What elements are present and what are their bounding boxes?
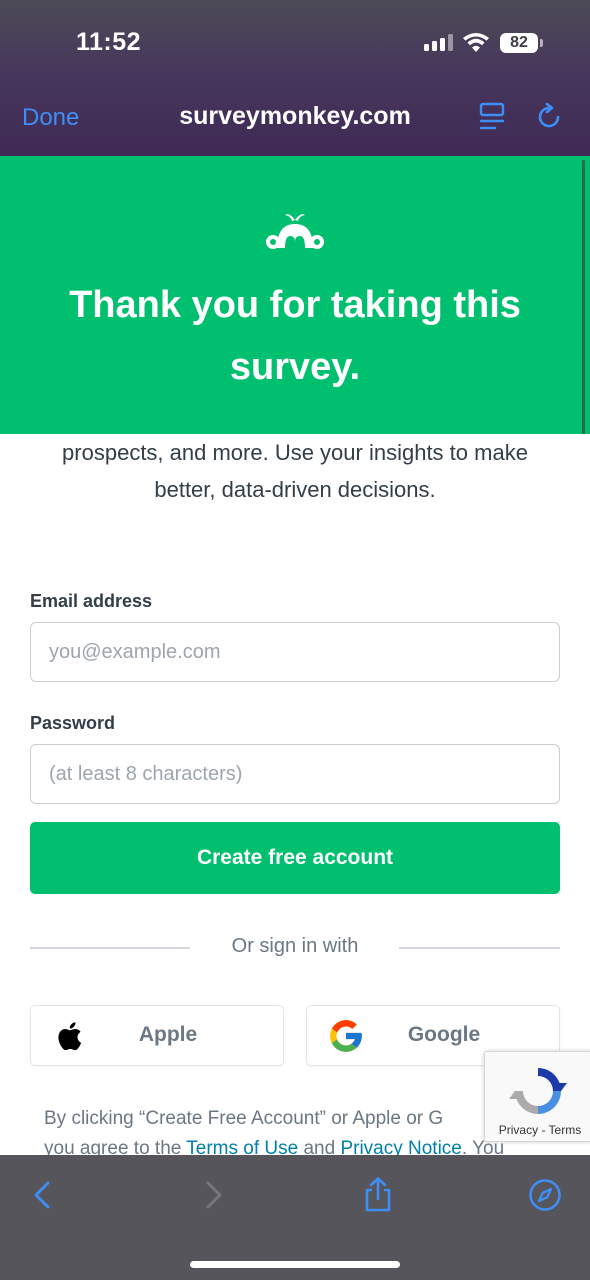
- thank-you-banner: Thank you for taking this survey.: [0, 156, 590, 434]
- surveymonkey-logo-icon: [266, 214, 324, 249]
- reload-icon[interactable]: [534, 102, 564, 132]
- scrollbar[interactable]: [582, 160, 585, 434]
- apple-sign-in-button[interactable]: Apple: [30, 1005, 284, 1066]
- forward-icon[interactable]: [196, 1177, 230, 1213]
- compass-icon[interactable]: [528, 1177, 562, 1213]
- back-icon[interactable]: [26, 1177, 60, 1213]
- apple-label: Apple: [138, 1023, 198, 1046]
- divider-right: [399, 947, 560, 949]
- status-bar: 11:52 82: [0, 0, 590, 86]
- email-field[interactable]: [30, 622, 560, 682]
- wifi-icon: [463, 33, 489, 52]
- legal-prefix: By clicking “Create Free Account” or App…: [44, 1108, 444, 1129]
- banner-title: Thank you for taking this survey.: [69, 284, 521, 388]
- browser-header: 11:52 82 Done surveymonkey.com: [0, 0, 590, 156]
- home-indicator: [190, 1261, 400, 1268]
- battery-cap: [540, 39, 543, 47]
- google-label: Google: [407, 1023, 481, 1046]
- recaptcha-icon: [509, 1068, 567, 1114]
- password-label: Password: [30, 713, 116, 733]
- email-label: Email address: [30, 591, 153, 611]
- intro-text: prospects, and more. Use your insights t…: [62, 440, 528, 502]
- recaptcha-label[interactable]: Privacy - Terms: [485, 1123, 590, 1137]
- share-icon[interactable]: [361, 1177, 395, 1213]
- status-time: 11:52: [76, 28, 142, 56]
- browser-nav-bar: Done surveymonkey.com: [0, 86, 590, 156]
- password-field[interactable]: [30, 744, 560, 804]
- battery-icon: 82: [500, 33, 538, 53]
- cellular-signal-icon: [424, 34, 453, 51]
- create-account-button[interactable]: Create free account: [30, 822, 560, 894]
- battery-level: 82: [510, 34, 528, 51]
- recaptcha-badge[interactable]: Privacy - Terms: [484, 1051, 590, 1142]
- reader-view-icon[interactable]: [478, 102, 506, 132]
